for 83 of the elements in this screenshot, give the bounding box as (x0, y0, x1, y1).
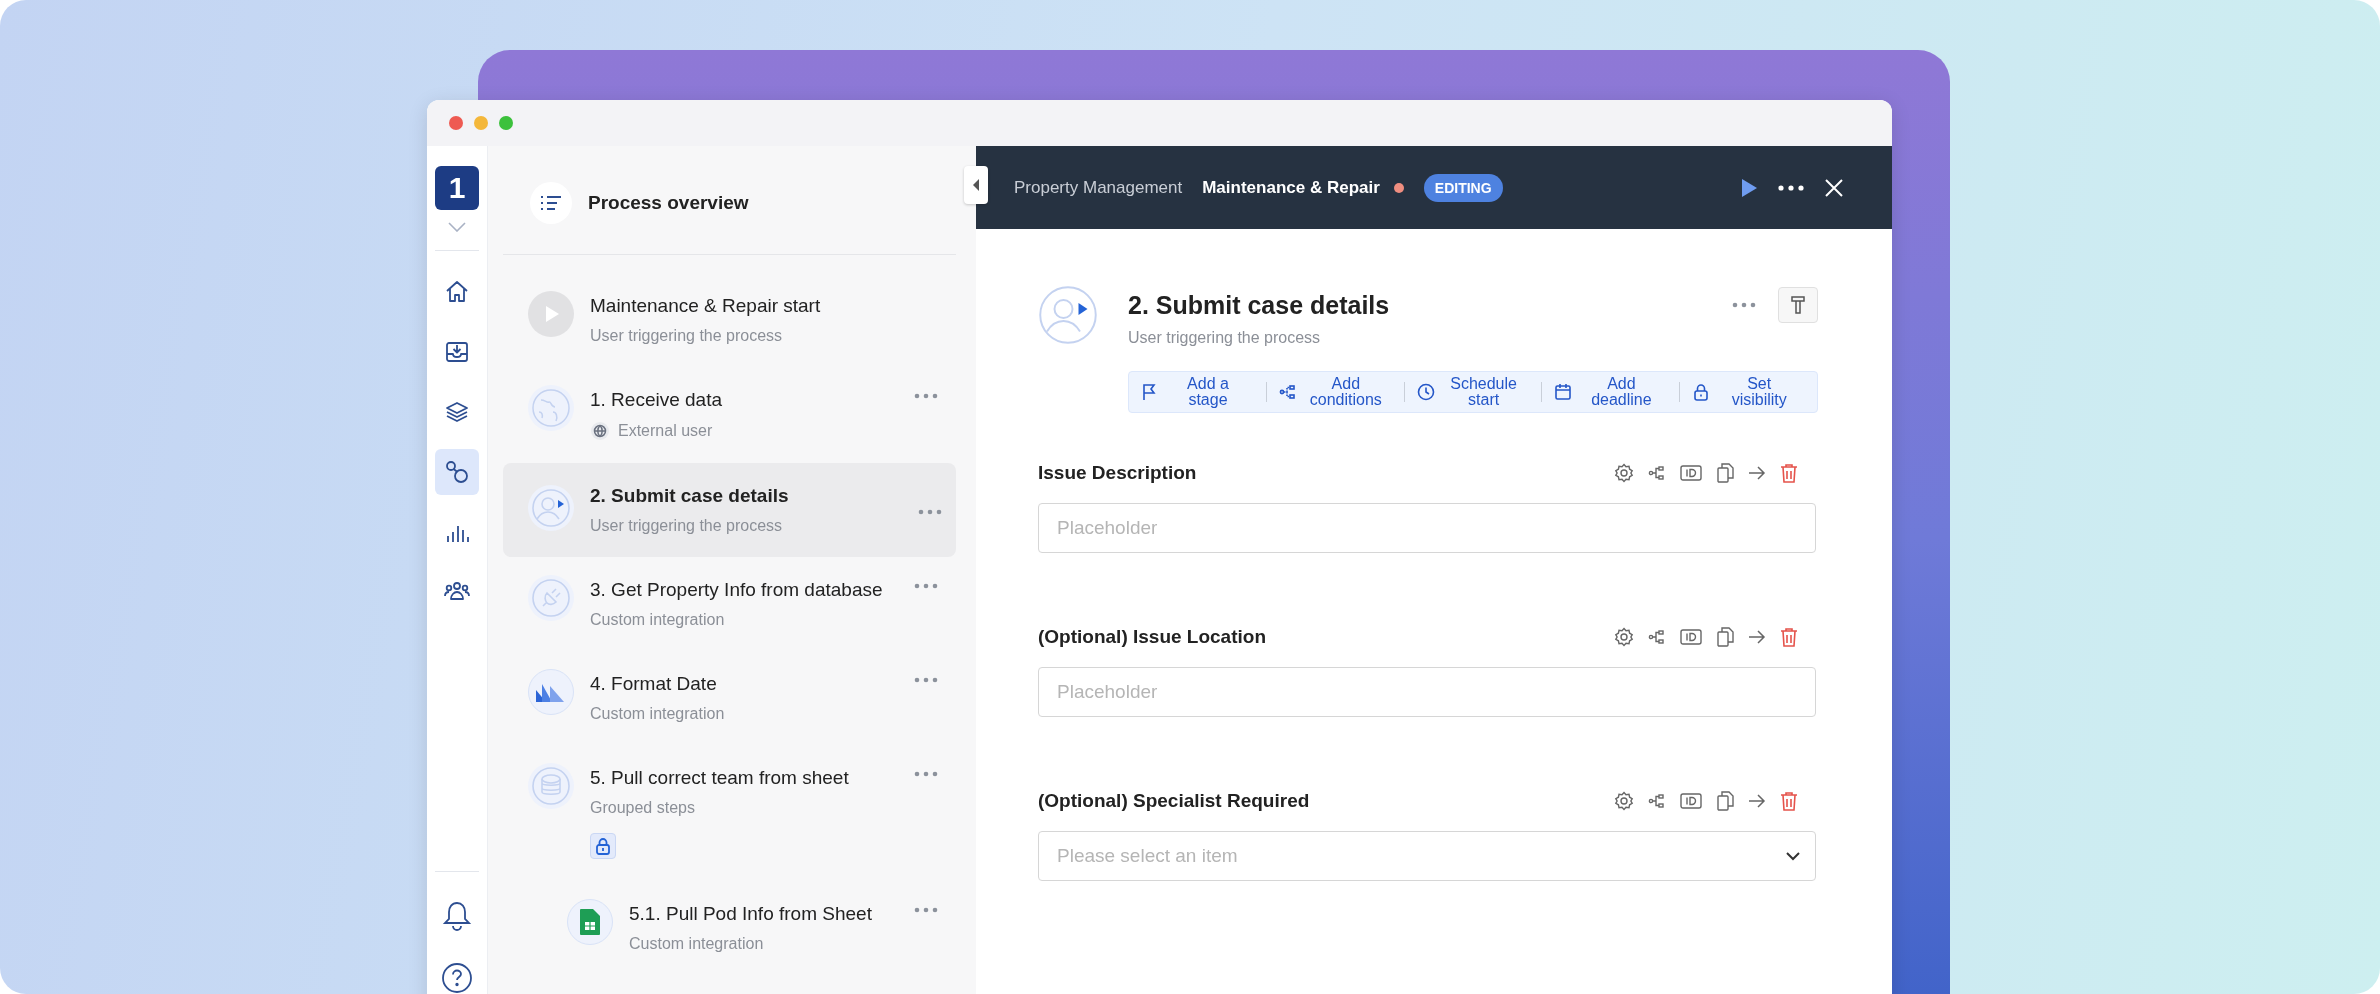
step-title: 1. Receive data (590, 389, 724, 411)
settings-icon[interactable] (1614, 627, 1634, 647)
chevron-down-icon (1785, 851, 1801, 861)
branch-icon (1278, 383, 1297, 401)
text-input-field[interactable]: Placeholder (1038, 503, 1816, 553)
step-item[interactable]: 5. Pull correct team from sheet Grouped steps (503, 745, 956, 881)
collapse-panel-button[interactable] (964, 166, 988, 204)
action-button[interactable]: Add deadline (1542, 372, 1680, 412)
stack-icon (528, 763, 574, 809)
step-item[interactable]: Maintenance & Repair start User triggering the process (503, 273, 956, 367)
id-card-icon[interactable] (1680, 792, 1702, 810)
step-title: 3. Get Property Info from database (590, 579, 884, 601)
user-icon (1038, 285, 1098, 345)
delete-icon[interactable] (1780, 463, 1798, 483)
branch-icon[interactable] (1648, 464, 1666, 482)
step-item[interactable]: 5.1. Pull Pod Info from Sheet Custom integration (503, 881, 956, 975)
globe-icon (590, 421, 610, 441)
hammer-button[interactable] (1778, 287, 1818, 323)
action-button[interactable]: Schedule start (1404, 372, 1542, 412)
arrow-right-icon[interactable] (1748, 629, 1766, 645)
step-title: 5. Pull correct team from sheet (590, 767, 850, 789)
delete-icon[interactable] (1780, 791, 1798, 811)
copy-icon[interactable] (1716, 791, 1734, 811)
id-card-icon[interactable] (1680, 628, 1702, 646)
copy-icon[interactable] (1716, 463, 1734, 483)
flow-nav-button[interactable] (435, 449, 479, 495)
action-button[interactable]: Add a stage (1129, 372, 1266, 412)
step-subtitle: Custom integration (629, 935, 764, 953)
action-button[interactable]: Add conditions (1266, 372, 1404, 412)
step-subtitle: External user (618, 422, 713, 440)
step-subtitle: Custom integration (590, 705, 725, 723)
list-icon (530, 182, 572, 224)
chart-icon (528, 669, 574, 715)
step-subtitle: User triggering the process (590, 327, 783, 345)
spreadsheet-icon (567, 899, 613, 945)
close-window-button[interactable] (449, 116, 463, 130)
step-title: Maintenance & Repair start (590, 295, 822, 317)
bell-icon[interactable] (442, 900, 472, 932)
field-label: (Optional) Issue Location (1038, 626, 1266, 648)
step-item[interactable]: 4. Format Date Custom integration (503, 651, 956, 745)
plug-icon (528, 575, 574, 621)
step-subtitle: Grouped steps (590, 799, 695, 817)
step-item[interactable]: 2. Submit case details User triggering the process (503, 463, 956, 557)
hammer-icon (1790, 295, 1806, 315)
field-label: (Optional) Specialist Required (1038, 790, 1310, 812)
step-title: 2. Submit case details (590, 485, 790, 507)
text-input-field[interactable]: Placeholder (1038, 667, 1816, 717)
step-subtitle: User triggering the process (1128, 329, 1322, 347)
process-overview-title: Process overview (588, 192, 749, 214)
play-icon[interactable] (1740, 177, 1758, 198)
id-card-icon[interactable] (1680, 464, 1702, 482)
calendar-icon (1554, 383, 1573, 401)
process-title: Maintenance & Repair (1202, 177, 1380, 198)
copy-icon[interactable] (1716, 627, 1734, 647)
clock-icon (1416, 383, 1435, 401)
play-icon (528, 291, 574, 337)
more-icon[interactable] (1778, 184, 1804, 191)
caret-left-icon (971, 178, 981, 192)
field-label: Issue Description (1038, 462, 1197, 484)
settings-icon[interactable] (1614, 463, 1634, 483)
step-subtitle: User triggering the process (590, 517, 783, 535)
step-item[interactable]: 1. Receive data External user (503, 367, 956, 463)
help-icon[interactable] (441, 962, 473, 994)
lock-icon (1692, 383, 1711, 401)
breadcrumb-link[interactable]: Property Management (1014, 177, 1183, 198)
step-title: 2. Submit case details (1128, 290, 1390, 320)
step-title: 4. Format Date (590, 673, 718, 695)
arrow-right-icon[interactable] (1748, 793, 1766, 809)
arrow-right-icon[interactable] (1748, 465, 1766, 481)
action-button[interactable]: Set visibility (1680, 372, 1817, 412)
user-icon (528, 485, 574, 531)
settings-icon[interactable] (1614, 791, 1634, 811)
flow-icon (443, 458, 471, 486)
status-badge: EDITING (1423, 173, 1503, 202)
close-icon[interactable] (1824, 177, 1844, 198)
delete-icon[interactable] (1780, 627, 1798, 647)
step-subtitle: Custom integration (590, 611, 725, 629)
step-title: 5.1. Pull Pod Info from Sheet (629, 903, 873, 925)
globe-icon (528, 385, 574, 431)
branch-icon[interactable] (1648, 628, 1666, 646)
step-item[interactable]: 3. Get Property Info from database Custom integration (503, 557, 956, 651)
branch-icon[interactable] (1648, 792, 1666, 810)
workspace-badge[interactable]: 1 (435, 166, 479, 210)
